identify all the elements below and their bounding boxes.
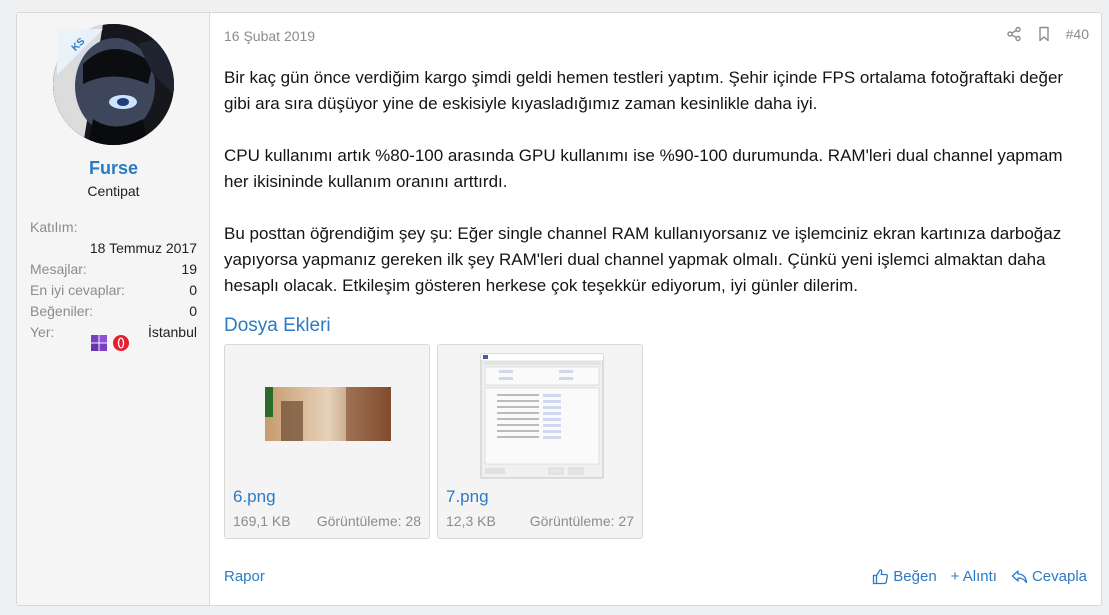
attachment-views: Görüntüleme: 27: [529, 513, 634, 529]
reply-button[interactable]: Cevapla: [1011, 568, 1087, 585]
attachments-title: Dosya Ekleri: [224, 315, 331, 336]
stat-value: 0: [189, 282, 197, 298]
attachment-size: 169,1 KB: [233, 513, 291, 529]
stat-value: 0: [189, 303, 197, 319]
post-body: Bir kaç gün önce verdiğim kargo şimdi ge…: [224, 65, 1084, 325]
username[interactable]: Furse: [17, 158, 210, 179]
stat-value: İstanbul: [147, 324, 197, 340]
attachment-name[interactable]: 7.png: [446, 487, 489, 507]
attachments-list: 6.png 169,1 KB Görüntüleme: 28 7.png 12,…: [224, 344, 643, 539]
attachment-size: 12,3 KB: [446, 513, 496, 529]
opera-icon: [113, 335, 129, 351]
post-paragraph: CPU kullanımı artık %80-100 arasında GPU…: [224, 146, 1063, 191]
bookmark-icon[interactable]: [1036, 26, 1052, 42]
stat-label: En iyi cevaplar:: [30, 282, 125, 298]
user-extras: Katılım: 18 Temmuz 2017 Mesajlar: 19 En …: [30, 217, 197, 343]
stat-label: Yer:: [30, 324, 55, 340]
stat-row: En iyi cevaplar: 0: [30, 280, 197, 301]
joined-label: Katılım:: [30, 219, 78, 235]
post-footer: Rapor Beğen + Alıntı Cevapla: [224, 568, 1087, 585]
post-date[interactable]: 16 Şubat 2019: [224, 28, 315, 44]
post-number[interactable]: #40: [1066, 26, 1089, 42]
ks-badge: KS: [57, 29, 103, 75]
share-icon[interactable]: [1006, 26, 1022, 42]
quote-label: + Alıntı: [950, 568, 997, 585]
attachment-name[interactable]: 6.png: [233, 487, 276, 507]
user-title: Centipat: [87, 183, 140, 199]
attachment-views: Görüntüleme: 28: [316, 513, 421, 529]
message-cell: 16 Şubat 2019 #40 Bir kaç gün önce verdi…: [210, 13, 1101, 605]
message-post: KS Furse Centipat Katılım: 18 Temmuz 201…: [16, 12, 1102, 606]
like-label: Beğen: [893, 568, 937, 585]
stat-label: Beğeniler:: [30, 303, 94, 319]
footer-actions: Beğen + Alıntı Cevapla: [872, 568, 1087, 585]
user-icons: [90, 334, 130, 352]
attachment-meta: 169,1 KB Görüntüleme: 28: [233, 513, 421, 529]
stat-label: Mesajlar:: [30, 261, 87, 277]
thumbs-up-icon: [873, 569, 889, 585]
post-paragraph: Bu posttan öğrendiğim şey şu: Eğer singl…: [224, 224, 1062, 295]
post-paragraph: Bir kaç gün önce verdiğim kargo şimdi ge…: [224, 68, 1064, 113]
attachment-meta: 12,3 KB Görüntüleme: 27: [446, 513, 634, 529]
attachment-item[interactable]: 7.png 12,3 KB Görüntüleme: 27: [437, 344, 643, 539]
reply-label: Cevapla: [1031, 568, 1087, 585]
windows-icon: [91, 335, 107, 351]
attachment-thumbnail[interactable]: [226, 346, 428, 480]
attachment-thumbnail[interactable]: [439, 346, 641, 480]
reply-icon: [1011, 570, 1028, 584]
report-link[interactable]: Rapor: [224, 568, 265, 585]
quote-button[interactable]: + Alıntı: [951, 568, 997, 585]
attachment-item[interactable]: 6.png 169,1 KB Görüntüleme: 28: [224, 344, 430, 539]
user-cell: KS Furse Centipat Katılım: 18 Temmuz 201…: [17, 13, 210, 605]
joined-value: 18 Temmuz 2017: [89, 240, 197, 256]
stat-value: 19: [181, 261, 197, 277]
like-button[interactable]: Beğen: [872, 568, 937, 585]
stat-row: Beğeniler: 0: [30, 301, 197, 322]
stat-row: Mesajlar: 19: [30, 259, 197, 280]
post-actions: #40: [1006, 26, 1089, 42]
